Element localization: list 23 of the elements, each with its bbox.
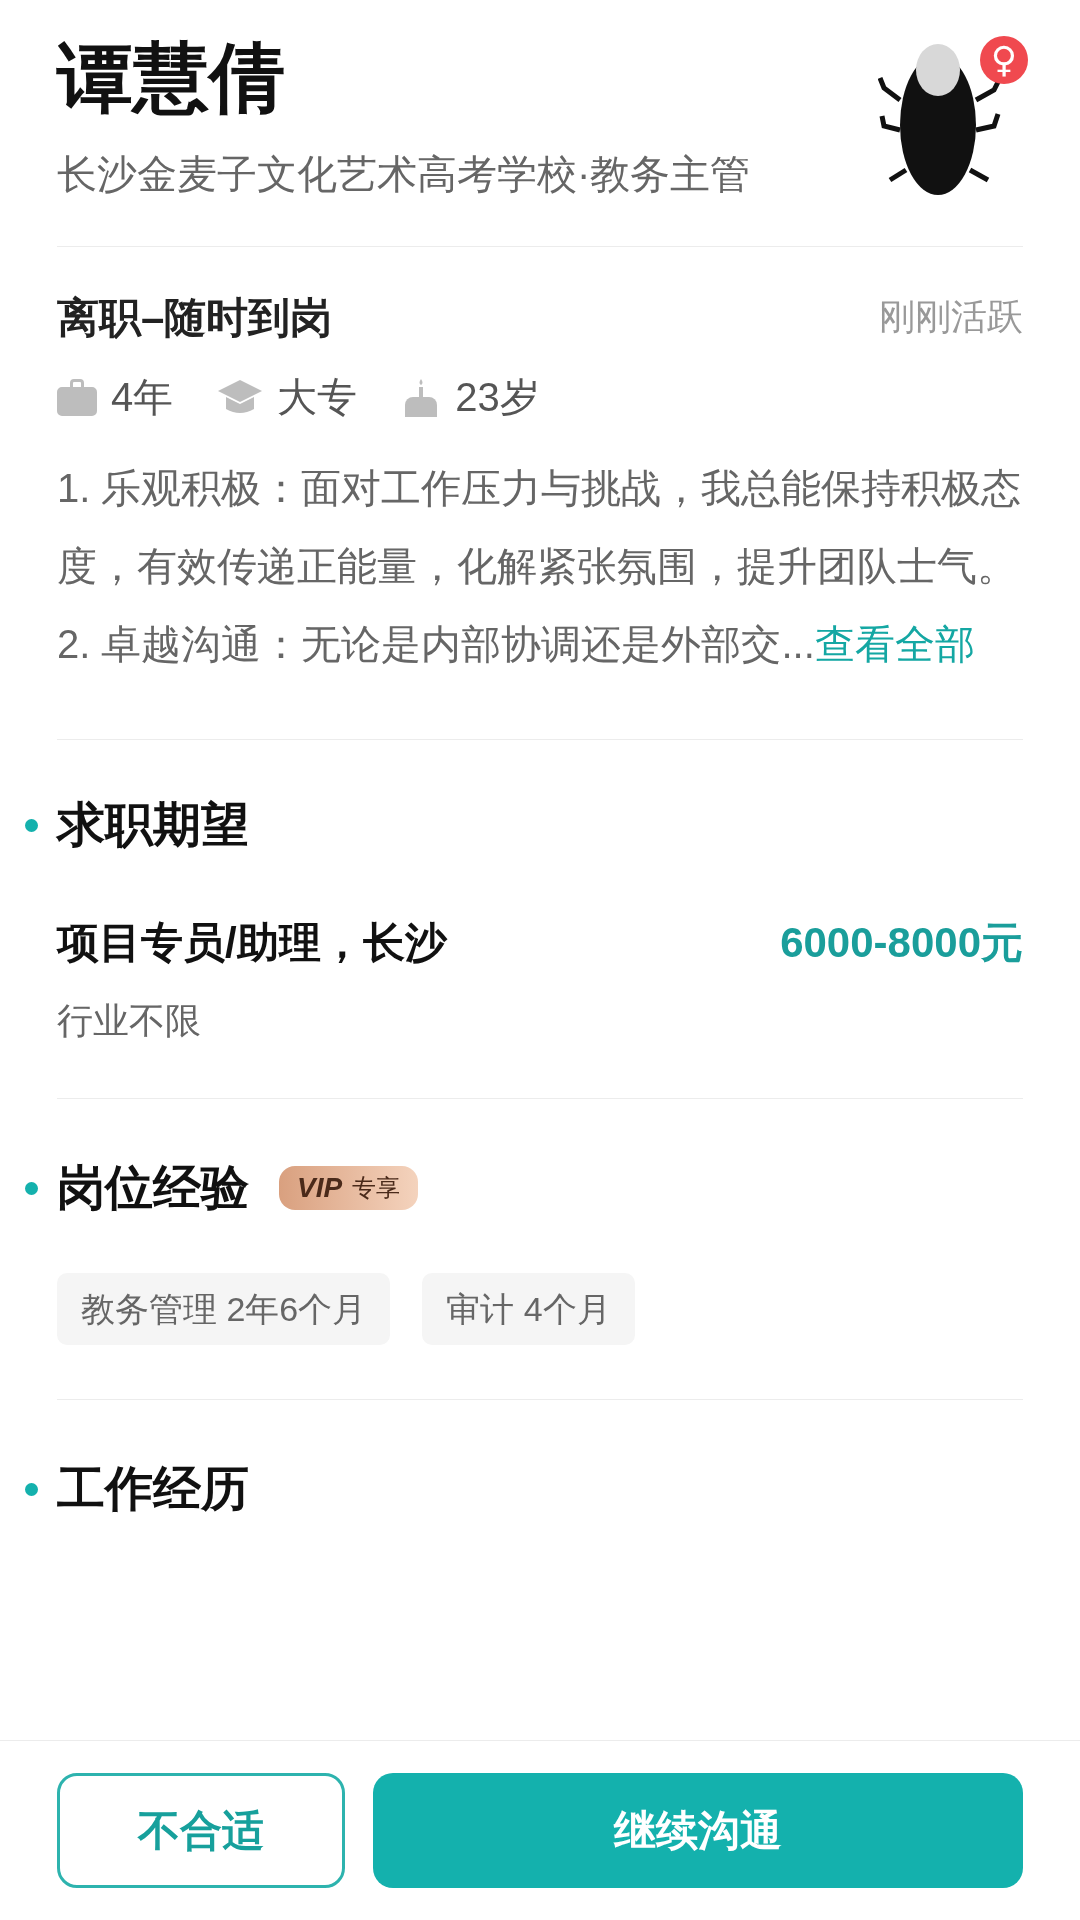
view-all-link[interactable]: 查看全部	[814, 622, 975, 666]
graduation-cap-icon	[217, 378, 264, 416]
salary-range: 6000-8000元	[780, 917, 1023, 968]
summary-text: 2. 卓越沟通：无论是内部协调还是外部交...	[57, 622, 815, 666]
activity-status: 刚刚活跃	[879, 295, 1023, 339]
experience-tag: 教务管理 2年6个月	[57, 1273, 391, 1345]
section-title: 工作经历	[57, 1461, 249, 1517]
section-title: 求职期望	[57, 797, 249, 853]
section-title: 岗位经验	[57, 1160, 249, 1216]
meta-text: 23岁	[455, 374, 540, 421]
reject-button[interactable]: 不合适	[57, 1773, 345, 1888]
continue-chat-button[interactable]: 继续沟通	[373, 1773, 1023, 1888]
desired-position: 项目专员/助理，长沙	[57, 917, 447, 968]
vip-badge: VIP 专享	[279, 1166, 419, 1210]
candidate-subtitle: 长沙金麦子文化艺术高考学校·教务主管	[57, 151, 751, 198]
candidate-name: 谭慧倩	[57, 34, 286, 122]
meta-text: 4年	[111, 374, 174, 421]
summary-text: 1. 乐观积极：面对工作压力与挑战，我总能保持积极态度，有效传递正能量，化解紧张氛围，提升团队士气。	[57, 465, 1023, 590]
availability-status: 离职–随时到岗	[57, 292, 333, 343]
briefcase-icon	[57, 378, 97, 416]
meta-text: 大专	[277, 374, 358, 421]
industry-text: 行业不限	[57, 999, 202, 1043]
experience-tag: 审计 4个月	[422, 1273, 635, 1345]
